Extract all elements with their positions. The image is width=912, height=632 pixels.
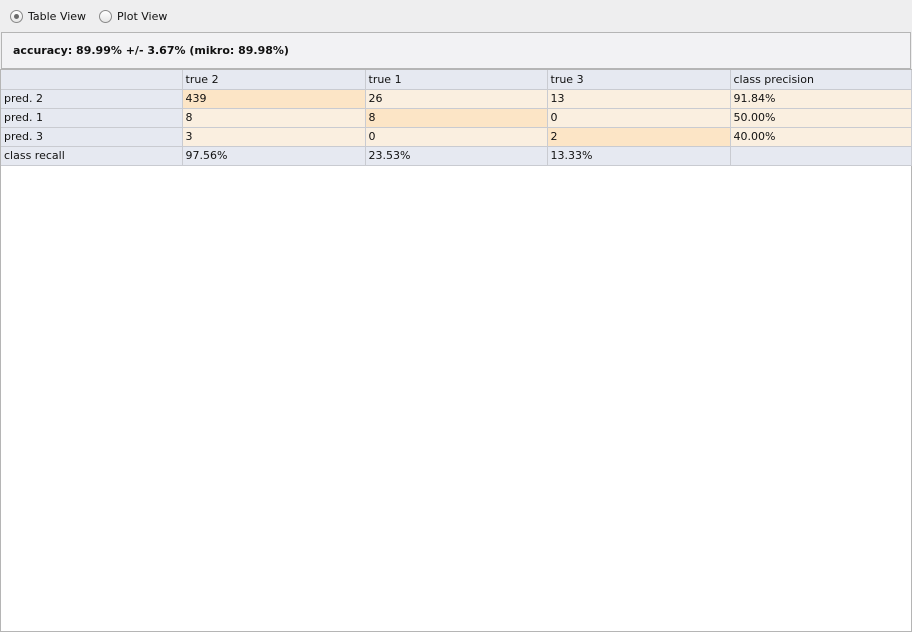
table-cell: 2: [547, 127, 731, 147]
table-cell: 0: [365, 127, 548, 147]
view-toggle-bar: Table View Plot View: [0, 0, 912, 32]
table-cell: 0: [547, 108, 731, 128]
row-label-cell: pred. 3: [1, 127, 183, 147]
plot-view-radio[interactable]: Plot View: [99, 7, 167, 25]
precision-cell: 40.00%: [730, 127, 912, 147]
plot-view-label[interactable]: Plot View: [117, 10, 167, 23]
table-view-radio[interactable]: Table View: [10, 7, 86, 25]
row-label-cell: pred. 2: [1, 89, 183, 109]
table-cell: 8: [182, 108, 366, 128]
recall-cell: 23.53%: [365, 146, 548, 166]
table-row: pred. 3 3 0 2 40.00%: [1, 127, 912, 147]
table-cell: 26: [365, 89, 548, 109]
header-cell-true-2: true 2: [182, 70, 366, 90]
recall-empty-cell: [730, 146, 912, 166]
accuracy-panel: accuracy: 89.99% +/- 3.67% (mikro: 89.98…: [1, 32, 911, 69]
recall-cell: 13.33%: [547, 146, 731, 166]
radio-unchecked-icon[interactable]: [99, 9, 113, 23]
precision-cell: 91.84%: [730, 89, 912, 109]
header-cell-class-precision: class precision: [730, 70, 912, 90]
header-cell-true-3: true 3: [547, 70, 731, 90]
accuracy-label: accuracy: 89.99% +/- 3.67% (mikro: 89.98…: [13, 44, 289, 57]
table-row: pred. 2 439 26 13 91.84%: [1, 89, 912, 109]
header-cell-true-1: true 1: [365, 70, 548, 90]
confusion-matrix-panel: true 2 true 1 true 3 class precision pre…: [0, 69, 912, 632]
table-cell: 8: [365, 108, 548, 128]
table-cell: 3: [182, 127, 366, 147]
table-cell: 439: [182, 89, 366, 109]
table-row: pred. 1 8 8 0 50.00%: [1, 108, 912, 128]
row-label-cell: class recall: [1, 146, 183, 166]
table-view-label[interactable]: Table View: [28, 10, 86, 23]
confusion-matrix-table: true 2 true 1 true 3 class precision pre…: [1, 70, 912, 166]
row-label-cell: pred. 1: [1, 108, 183, 128]
header-corner-cell: [1, 70, 183, 90]
recall-row: class recall 97.56% 23.53% 13.33%: [1, 146, 912, 166]
recall-cell: 97.56%: [182, 146, 366, 166]
table-cell: 13: [547, 89, 731, 109]
precision-cell: 50.00%: [730, 108, 912, 128]
radio-checked-icon[interactable]: [10, 9, 23, 23]
header-row: true 2 true 1 true 3 class precision: [1, 70, 912, 90]
